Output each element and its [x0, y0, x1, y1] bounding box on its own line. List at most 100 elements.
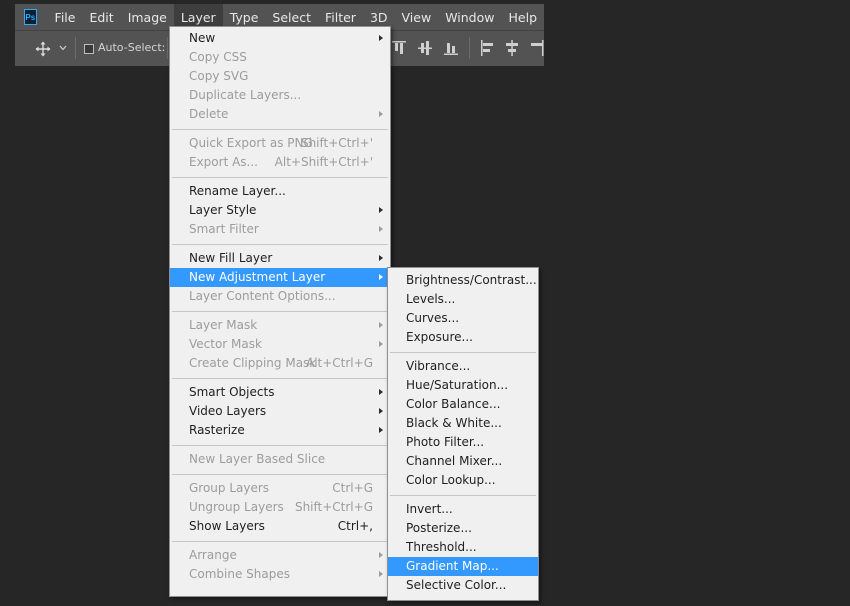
menu-separator [390, 495, 536, 496]
menu-image[interactable]: Image [121, 4, 174, 30]
menu-item-invert[interactable]: Invert... [388, 500, 538, 519]
menu-item-hue-saturation[interactable]: Hue/Saturation... [388, 376, 538, 395]
menu-item-threshold[interactable]: Threshold... [388, 538, 538, 557]
menu-item-label: Quick Export as PNG [189, 136, 313, 150]
submenu-arrow-icon [379, 255, 383, 261]
menu-item-layer-content-options[interactable]: Layer Content Options... [170, 287, 390, 306]
menu-item-layer-style[interactable]: Layer Style [170, 201, 390, 220]
align-bottom-edges-icon[interactable] [444, 40, 458, 56]
menu-item-label: Vibrance... [406, 359, 471, 373]
submenu-arrow-icon [379, 322, 383, 328]
submenu-arrow-icon [379, 552, 383, 558]
menu-item-selective-color[interactable]: Selective Color... [388, 576, 538, 595]
menu-item-create-clipping-mask[interactable]: Create Clipping Mask Alt+Ctrl+G [170, 354, 390, 373]
menu-item-new-fill-layer[interactable]: New Fill Layer [170, 249, 390, 268]
auto-select-label: Auto-Select: [98, 41, 166, 54]
menu-item-label: Combine Shapes [189, 567, 290, 581]
menu-item-gradient-map[interactable]: Gradient Map... [388, 557, 538, 576]
menu-item-copy-svg[interactable]: Copy SVG [170, 67, 390, 86]
submenu-arrow-icon [379, 111, 383, 117]
menu-view[interactable]: View [395, 4, 439, 30]
options-divider [469, 37, 470, 59]
menu-item-smart-objects[interactable]: Smart Objects [170, 383, 390, 402]
align-horizontal-centers-icon[interactable] [505, 40, 519, 56]
menu-item-new-adjustment-layer[interactable]: New Adjustment Layer [170, 268, 390, 287]
menu-item-label: Hue/Saturation... [406, 378, 509, 392]
menu-item-group-layers[interactable]: Group Layers Ctrl+G [170, 479, 390, 498]
menu-item-label: Exposure... [406, 330, 473, 344]
menu-item-color-balance[interactable]: Color Balance... [388, 395, 538, 414]
menu-separator [172, 474, 388, 475]
menu-item-label: Threshold... [406, 540, 477, 554]
menu-item-exposure[interactable]: Exposure... [388, 328, 538, 347]
menu-item-new-layer-based-slice[interactable]: New Layer Based Slice [170, 450, 390, 469]
submenu-arrow-icon [379, 408, 383, 414]
menu-item-vector-mask[interactable]: Vector Mask [170, 335, 390, 354]
menu-item-levels[interactable]: Levels... [388, 290, 538, 309]
menu-item-label: Layer Mask [189, 318, 258, 332]
menu-item-label: Gradient Map... [406, 559, 499, 573]
move-tool-icon[interactable] [35, 41, 51, 57]
menu-item-label: Layer Style [189, 203, 257, 217]
new-adjustment-layer-submenu: Brightness/Contrast... Levels... Curves...… [387, 267, 539, 601]
menu-item-layer-mask[interactable]: Layer Mask [170, 316, 390, 335]
menu-item-export-as[interactable]: Export As... Alt+Shift+Ctrl+' [170, 153, 390, 172]
menu-window[interactable]: Window [438, 4, 501, 30]
menu-item-delete[interactable]: Delete [170, 105, 390, 124]
menu-item-label: New Layer Based Slice [189, 452, 326, 466]
align-left-edges-icon[interactable] [480, 40, 494, 56]
menu-item-arrange[interactable]: Arrange [170, 546, 390, 565]
menu-item-label: Invert... [406, 502, 453, 516]
menu-item-quick-export-as-png[interactable]: Quick Export as PNG Shift+Ctrl+' [170, 134, 390, 153]
align-top-edges-icon[interactable] [392, 40, 406, 56]
menu-item-channel-mixer[interactable]: Channel Mixer... [388, 452, 538, 471]
menu-item-shortcut: Ctrl+G [332, 481, 373, 495]
menu-item-label: New Fill Layer [189, 251, 273, 265]
menu-separator [172, 244, 388, 245]
auto-select-checkbox[interactable] [84, 44, 94, 54]
menu-item-black-and-white[interactable]: Black & White... [388, 414, 538, 433]
options-divider [167, 37, 168, 59]
align-vertical-centers-icon[interactable] [418, 40, 432, 56]
menu-item-vibrance[interactable]: Vibrance... [388, 357, 538, 376]
menu-item-label: Export As... [189, 155, 258, 169]
menu-item-shortcut: Shift+Ctrl+G [294, 500, 373, 514]
menu-separator [172, 311, 388, 312]
menu-item-brightness-contrast[interactable]: Brightness/Contrast... [388, 271, 538, 290]
menu-separator [172, 177, 388, 178]
menu-item-combine-shapes[interactable]: Combine Shapes [170, 565, 390, 584]
align-right-edges-icon[interactable] [530, 40, 544, 56]
menu-item-new[interactable]: New [170, 29, 390, 48]
menu-item-ungroup-layers[interactable]: Ungroup Layers Shift+Ctrl+G [170, 498, 390, 517]
menu-item-label: Show Layers [189, 519, 265, 533]
menu-item-video-layers[interactable]: Video Layers [170, 402, 390, 421]
menu-item-shortcut: Alt+Shift+Ctrl+' [274, 155, 373, 169]
menu-item-posterize[interactable]: Posterize... [388, 519, 538, 538]
menu-item-label: Selective Color... [406, 578, 507, 592]
menu-item-label: Delete [189, 107, 229, 121]
menu-item-shortcut: Shift+Ctrl+' [300, 136, 373, 150]
menu-edit[interactable]: Edit [82, 4, 120, 30]
menu-item-smart-filter[interactable]: Smart Filter [170, 220, 390, 239]
chevron-down-icon[interactable] [59, 45, 67, 51]
menu-separator [390, 352, 536, 353]
menu-item-label: Rasterize [189, 423, 245, 437]
menu-item-curves[interactable]: Curves... [388, 309, 538, 328]
menu-item-copy-css[interactable]: Copy CSS [170, 48, 390, 67]
menu-item-show-layers[interactable]: Show Layers Ctrl+, [170, 517, 390, 536]
menu-file[interactable]: File [48, 4, 83, 30]
menu-item-label: Arrange [189, 548, 237, 562]
menu-item-rasterize[interactable]: Rasterize [170, 421, 390, 440]
menu-item-photo-filter[interactable]: Photo Filter... [388, 433, 538, 452]
menu-item-shortcut: Alt+Ctrl+G [305, 356, 373, 370]
menu-item-duplicate-layers[interactable]: Duplicate Layers... [170, 86, 390, 105]
submenu-arrow-icon [379, 207, 383, 213]
submenu-arrow-icon [379, 389, 383, 395]
menu-item-label: New [189, 31, 216, 45]
menu-help[interactable]: Help [502, 4, 545, 30]
menu-item-label: New Adjustment Layer [189, 270, 326, 284]
menu-separator [172, 541, 388, 542]
menu-item-rename-layer[interactable]: Rename Layer... [170, 182, 390, 201]
menu-item-color-lookup[interactable]: Color Lookup... [388, 471, 538, 490]
submenu-arrow-icon [379, 226, 383, 232]
